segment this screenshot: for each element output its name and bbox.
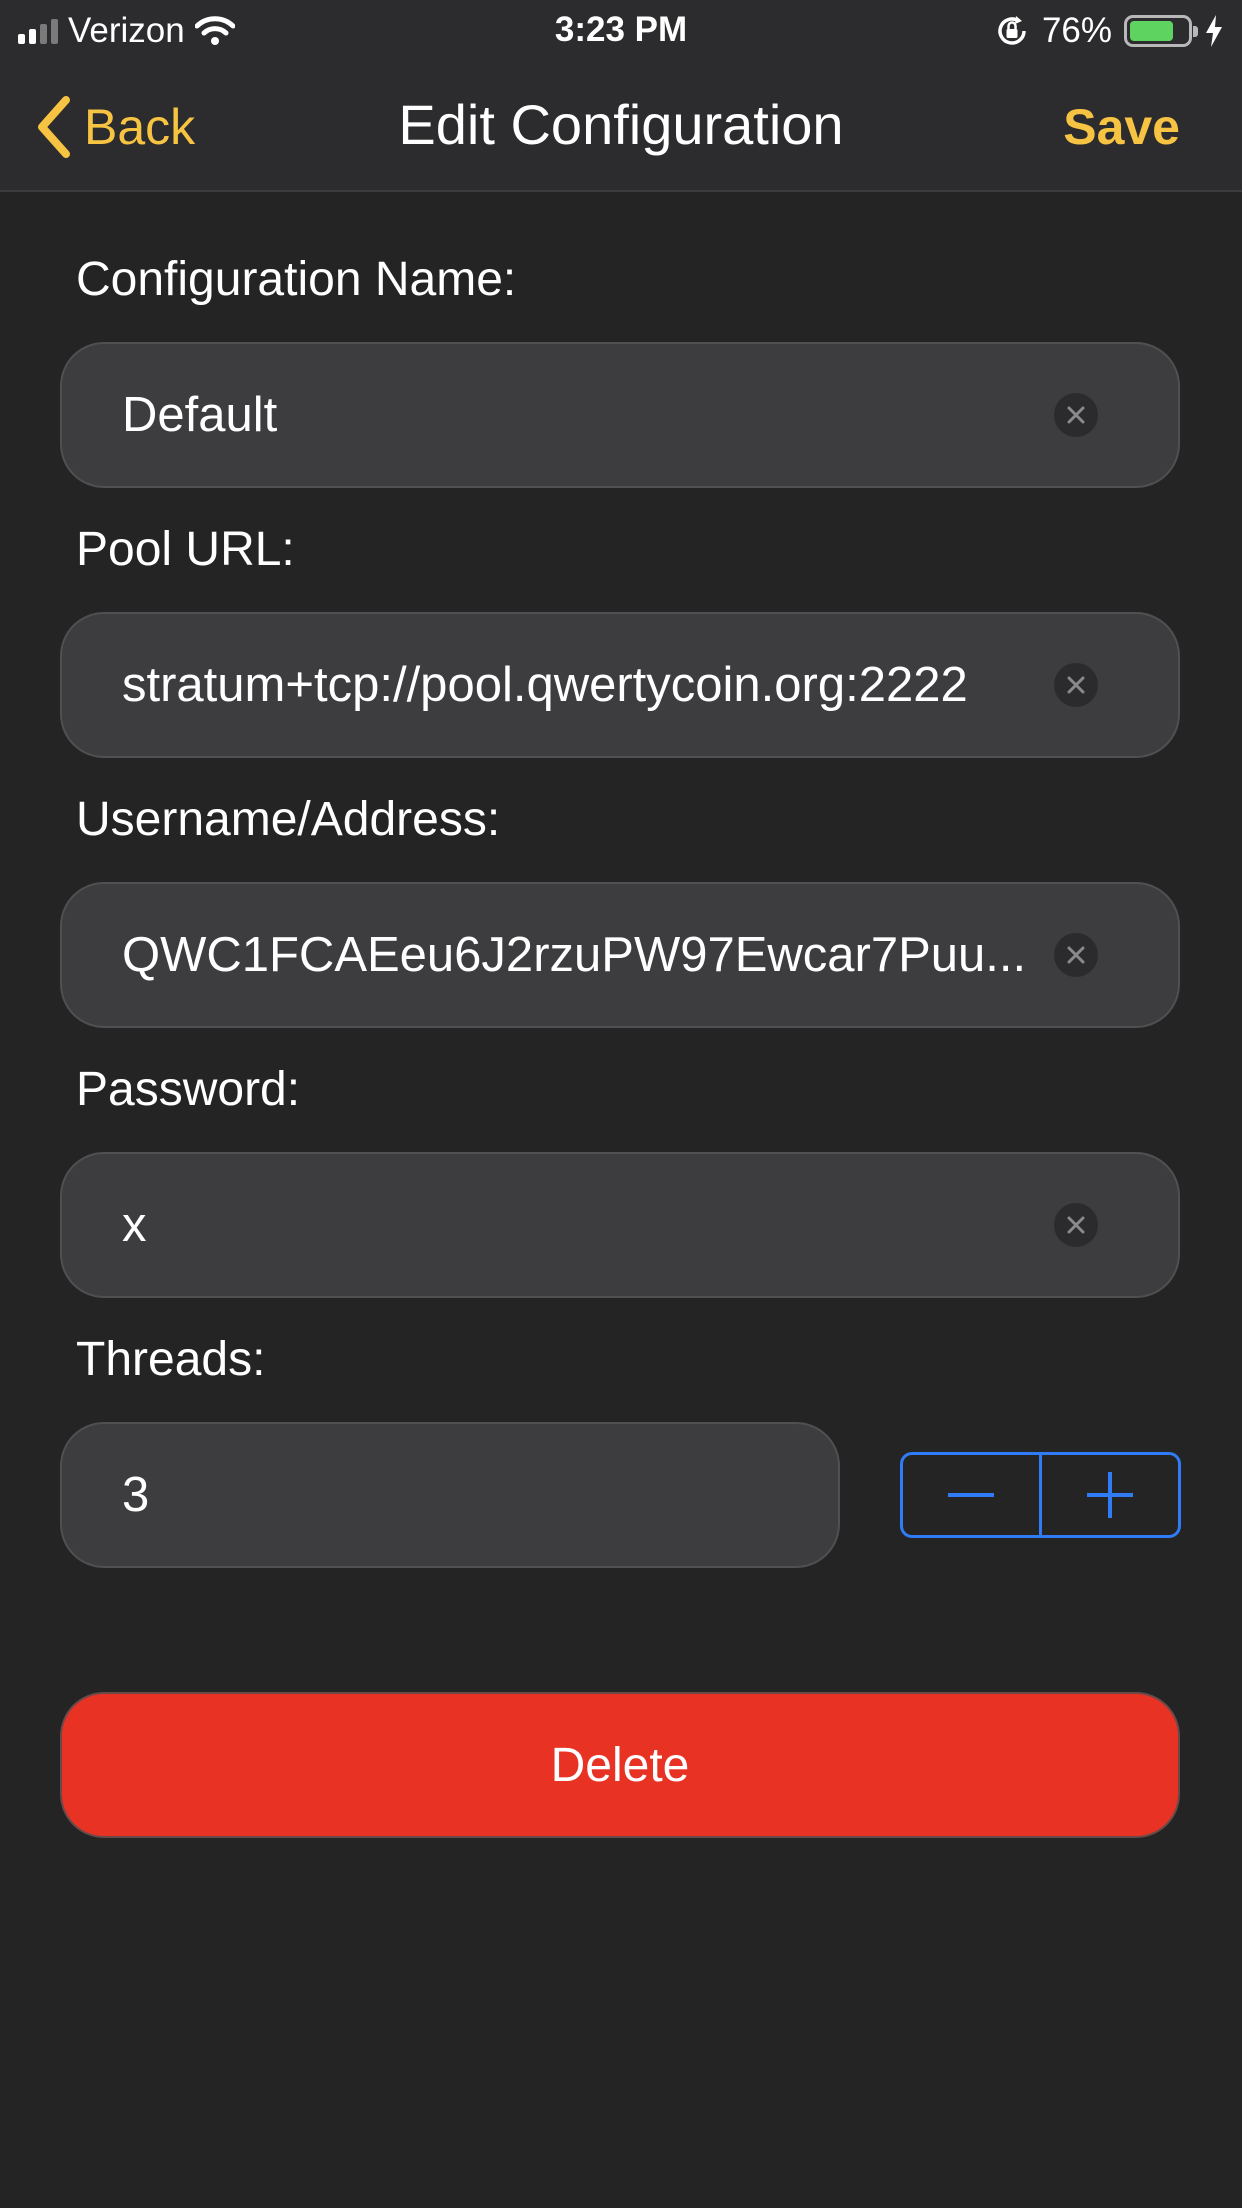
pool-url-value: stratum+tcp://pool.qwertycoin.org:2222 <box>122 658 968 712</box>
threads-field[interactable]: 3 <box>60 1422 840 1568</box>
config-name-value: Default <box>122 388 278 442</box>
plus-icon <box>1087 1472 1133 1518</box>
clear-icon[interactable] <box>1054 1203 1098 1247</box>
rotation-lock-icon <box>998 16 1026 45</box>
clear-icon[interactable] <box>1054 663 1098 707</box>
charging-bolt-icon <box>1206 15 1222 47</box>
threads-value: 3 <box>122 1468 150 1522</box>
username-field[interactable]: QWC1FCAEeu6J2rzuPW97Ewcar7Puu... <box>60 882 1180 1028</box>
password-label: Password: <box>76 1063 301 1116</box>
config-name-label: Configuration Name: <box>76 253 517 306</box>
battery-icon <box>1124 15 1198 47</box>
delete-button[interactable]: Delete <box>60 1692 1180 1838</box>
save-button[interactable]: Save <box>1063 98 1180 156</box>
minus-icon <box>948 1493 994 1497</box>
page-title: Edit Configuration <box>398 93 844 156</box>
clear-icon[interactable] <box>1054 933 1098 977</box>
password-value: x <box>122 1198 147 1252</box>
threads-label: Threads: <box>76 1333 266 1386</box>
decrement-button[interactable] <box>903 1455 1039 1535</box>
config-name-field[interactable]: Default <box>60 342 1180 488</box>
increment-button[interactable] <box>1039 1455 1178 1535</box>
username-value: QWC1FCAEeu6J2rzuPW97Ewcar7Puu... <box>122 928 1027 982</box>
pool-url-label: Pool URL: <box>76 523 295 576</box>
navigation-bar: Back Edit Configuration Save <box>0 62 1242 192</box>
threads-stepper <box>900 1452 1181 1538</box>
status-bar: Verizon 3:23 PM 76% <box>0 0 1242 62</box>
battery-fill <box>1130 21 1173 41</box>
pool-url-field[interactable]: stratum+tcp://pool.qwertycoin.org:2222 <box>60 612 1180 758</box>
battery-percent: 76% <box>1041 11 1112 50</box>
status-right-group: 76% <box>994 8 1224 54</box>
username-label: Username/Address: <box>76 793 501 846</box>
clear-icon[interactable] <box>1054 393 1098 437</box>
password-field[interactable]: x <box>60 1152 1180 1298</box>
